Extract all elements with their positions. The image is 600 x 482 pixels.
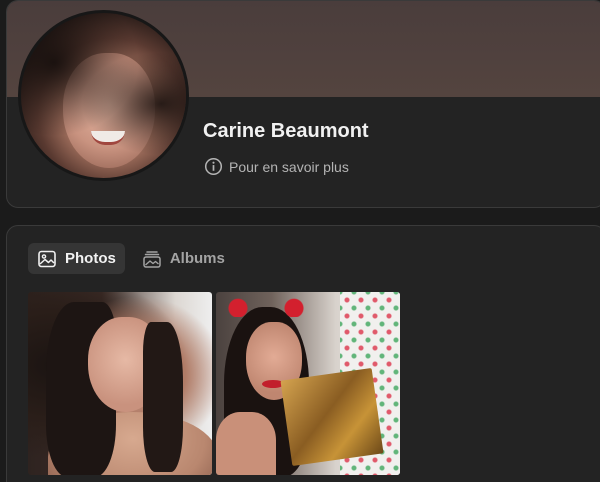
photo-subject-headband [226,295,306,317]
albums-icon [143,250,161,268]
photo-tabs: Photos Albums [28,243,234,274]
tab-albums[interactable]: Albums [133,243,234,274]
photo-thumbnail[interactable] [28,292,212,475]
photo-thumbnail[interactable] [216,292,400,475]
profile-name: Carine Beaumont [203,120,369,142]
tab-photos-label: Photos [65,250,116,267]
learn-more-label: Pour en savoir plus [229,158,349,175]
profile-page: Carine Beaumont Pour en savoir plus Phot… [0,0,600,482]
info-icon [204,157,223,176]
image-icon [38,250,56,267]
profile-avatar[interactable] [18,10,189,181]
photos-section: Photos Albums [6,225,600,482]
photo-gift-box [280,368,384,466]
learn-more-link[interactable]: Pour en savoir plus [204,157,349,176]
tab-albums-label: Albums [169,250,225,267]
photo-subject-hair-strand [143,322,183,472]
tab-photos[interactable]: Photos [28,243,125,274]
avatar-hair [21,13,186,178]
photo-subject-arm [216,412,276,475]
photo-grid [28,292,400,475]
